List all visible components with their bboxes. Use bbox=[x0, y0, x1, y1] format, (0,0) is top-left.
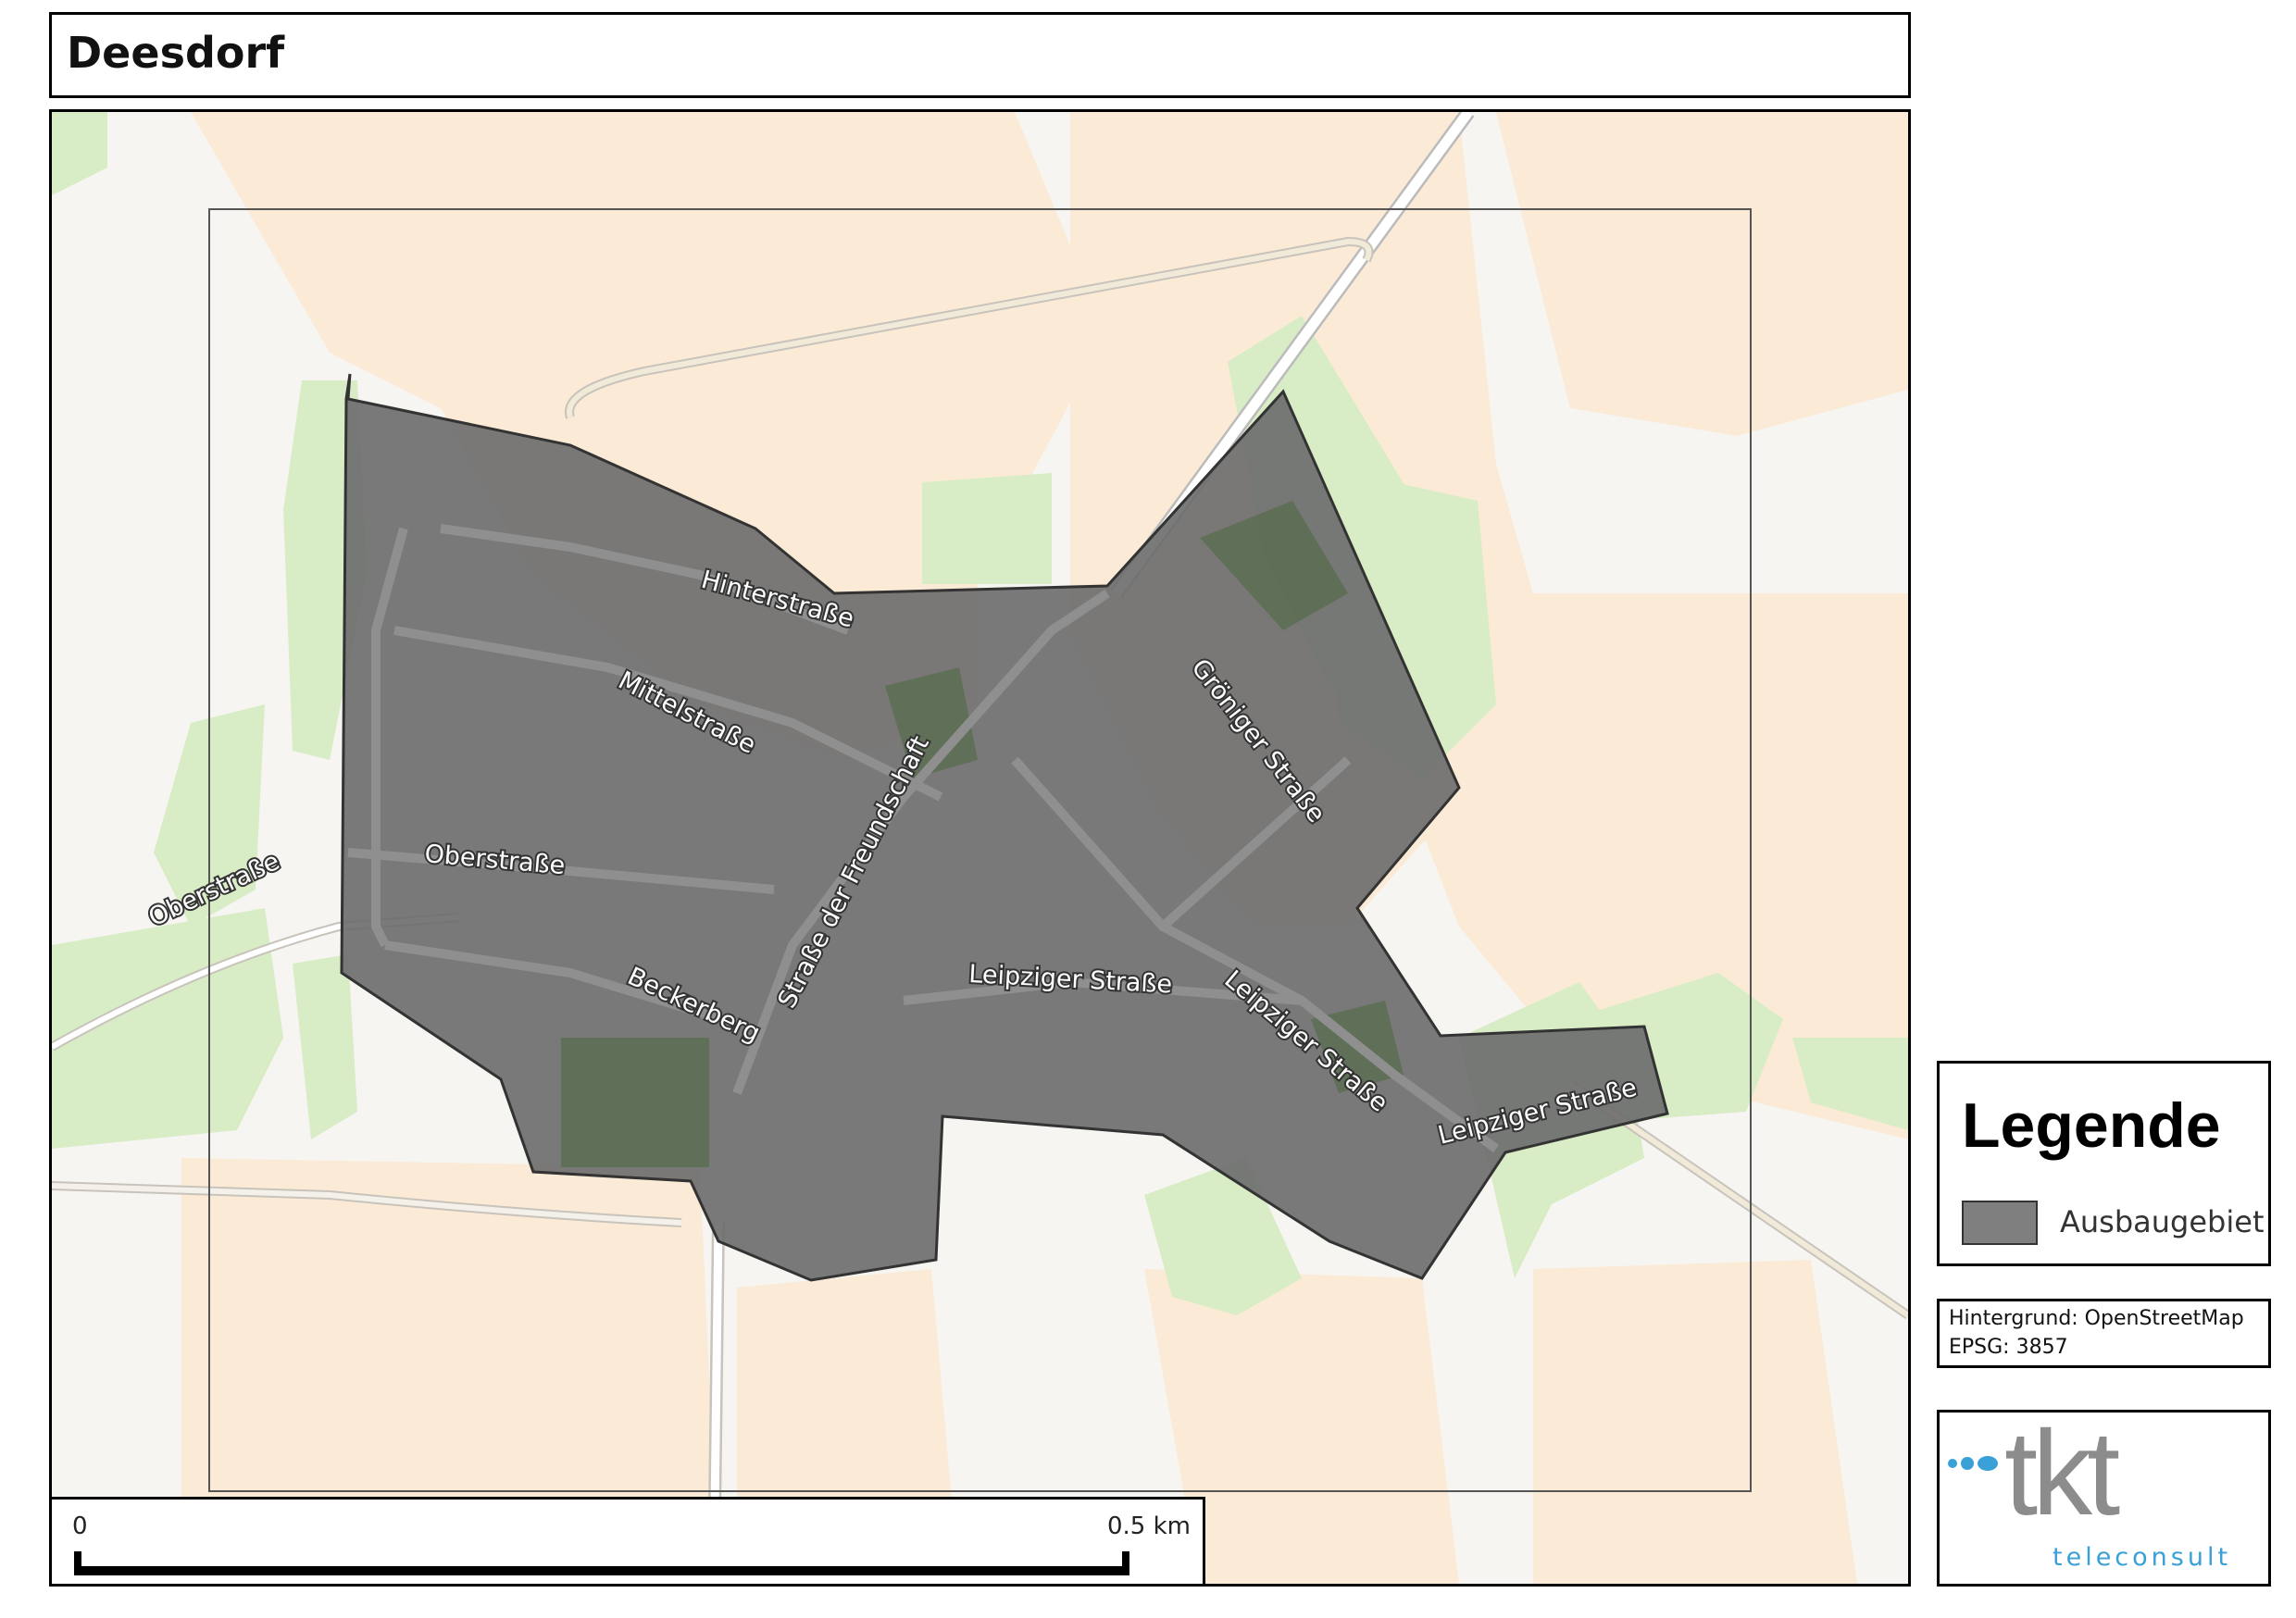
map-title: Deesdorf bbox=[67, 28, 285, 78]
map-canvas[interactable]: Hinterstraße Mittelstraße Oberstraße Obe… bbox=[52, 112, 1908, 1584]
logo-subtitle: teleconsult bbox=[2053, 1543, 2231, 1572]
scale-tick-end bbox=[1122, 1551, 1129, 1575]
map-title-box: Deesdorf bbox=[49, 12, 1911, 98]
credit-epsg: EPSG: 3857 bbox=[1949, 1336, 2068, 1359]
credit-background: Hintergrund: OpenStreetMap bbox=[1949, 1307, 2244, 1330]
logo-dots-icon bbox=[1948, 1456, 1998, 1471]
logo-mark: tkt bbox=[2004, 1413, 2120, 1540]
legend-swatch-ausbaugebiet bbox=[1962, 1201, 2038, 1245]
scale-tick-start bbox=[74, 1551, 81, 1575]
logo-box: tkt teleconsult bbox=[1937, 1410, 2271, 1587]
legend-box: Legende Ausbaugebiet bbox=[1937, 1061, 2271, 1266]
scale-start-label: 0 bbox=[72, 1512, 88, 1540]
tkt-logo: tkt teleconsult bbox=[1948, 1413, 2231, 1572]
legend-title: Legende bbox=[1962, 1090, 2221, 1161]
map-frame[interactable]: Hinterstraße Mittelstraße Oberstraße Obe… bbox=[49, 109, 1911, 1587]
scale-end-label: 0.5 km bbox=[1107, 1512, 1191, 1540]
legend-label-ausbaugebiet: Ausbaugebiet bbox=[2060, 1204, 2265, 1239]
credits-box: Hintergrund: OpenStreetMap EPSG: 3857 bbox=[1937, 1299, 2271, 1368]
scale-bar-box: 0 0.5 km bbox=[49, 1497, 1205, 1587]
scale-bar bbox=[74, 1566, 1129, 1575]
